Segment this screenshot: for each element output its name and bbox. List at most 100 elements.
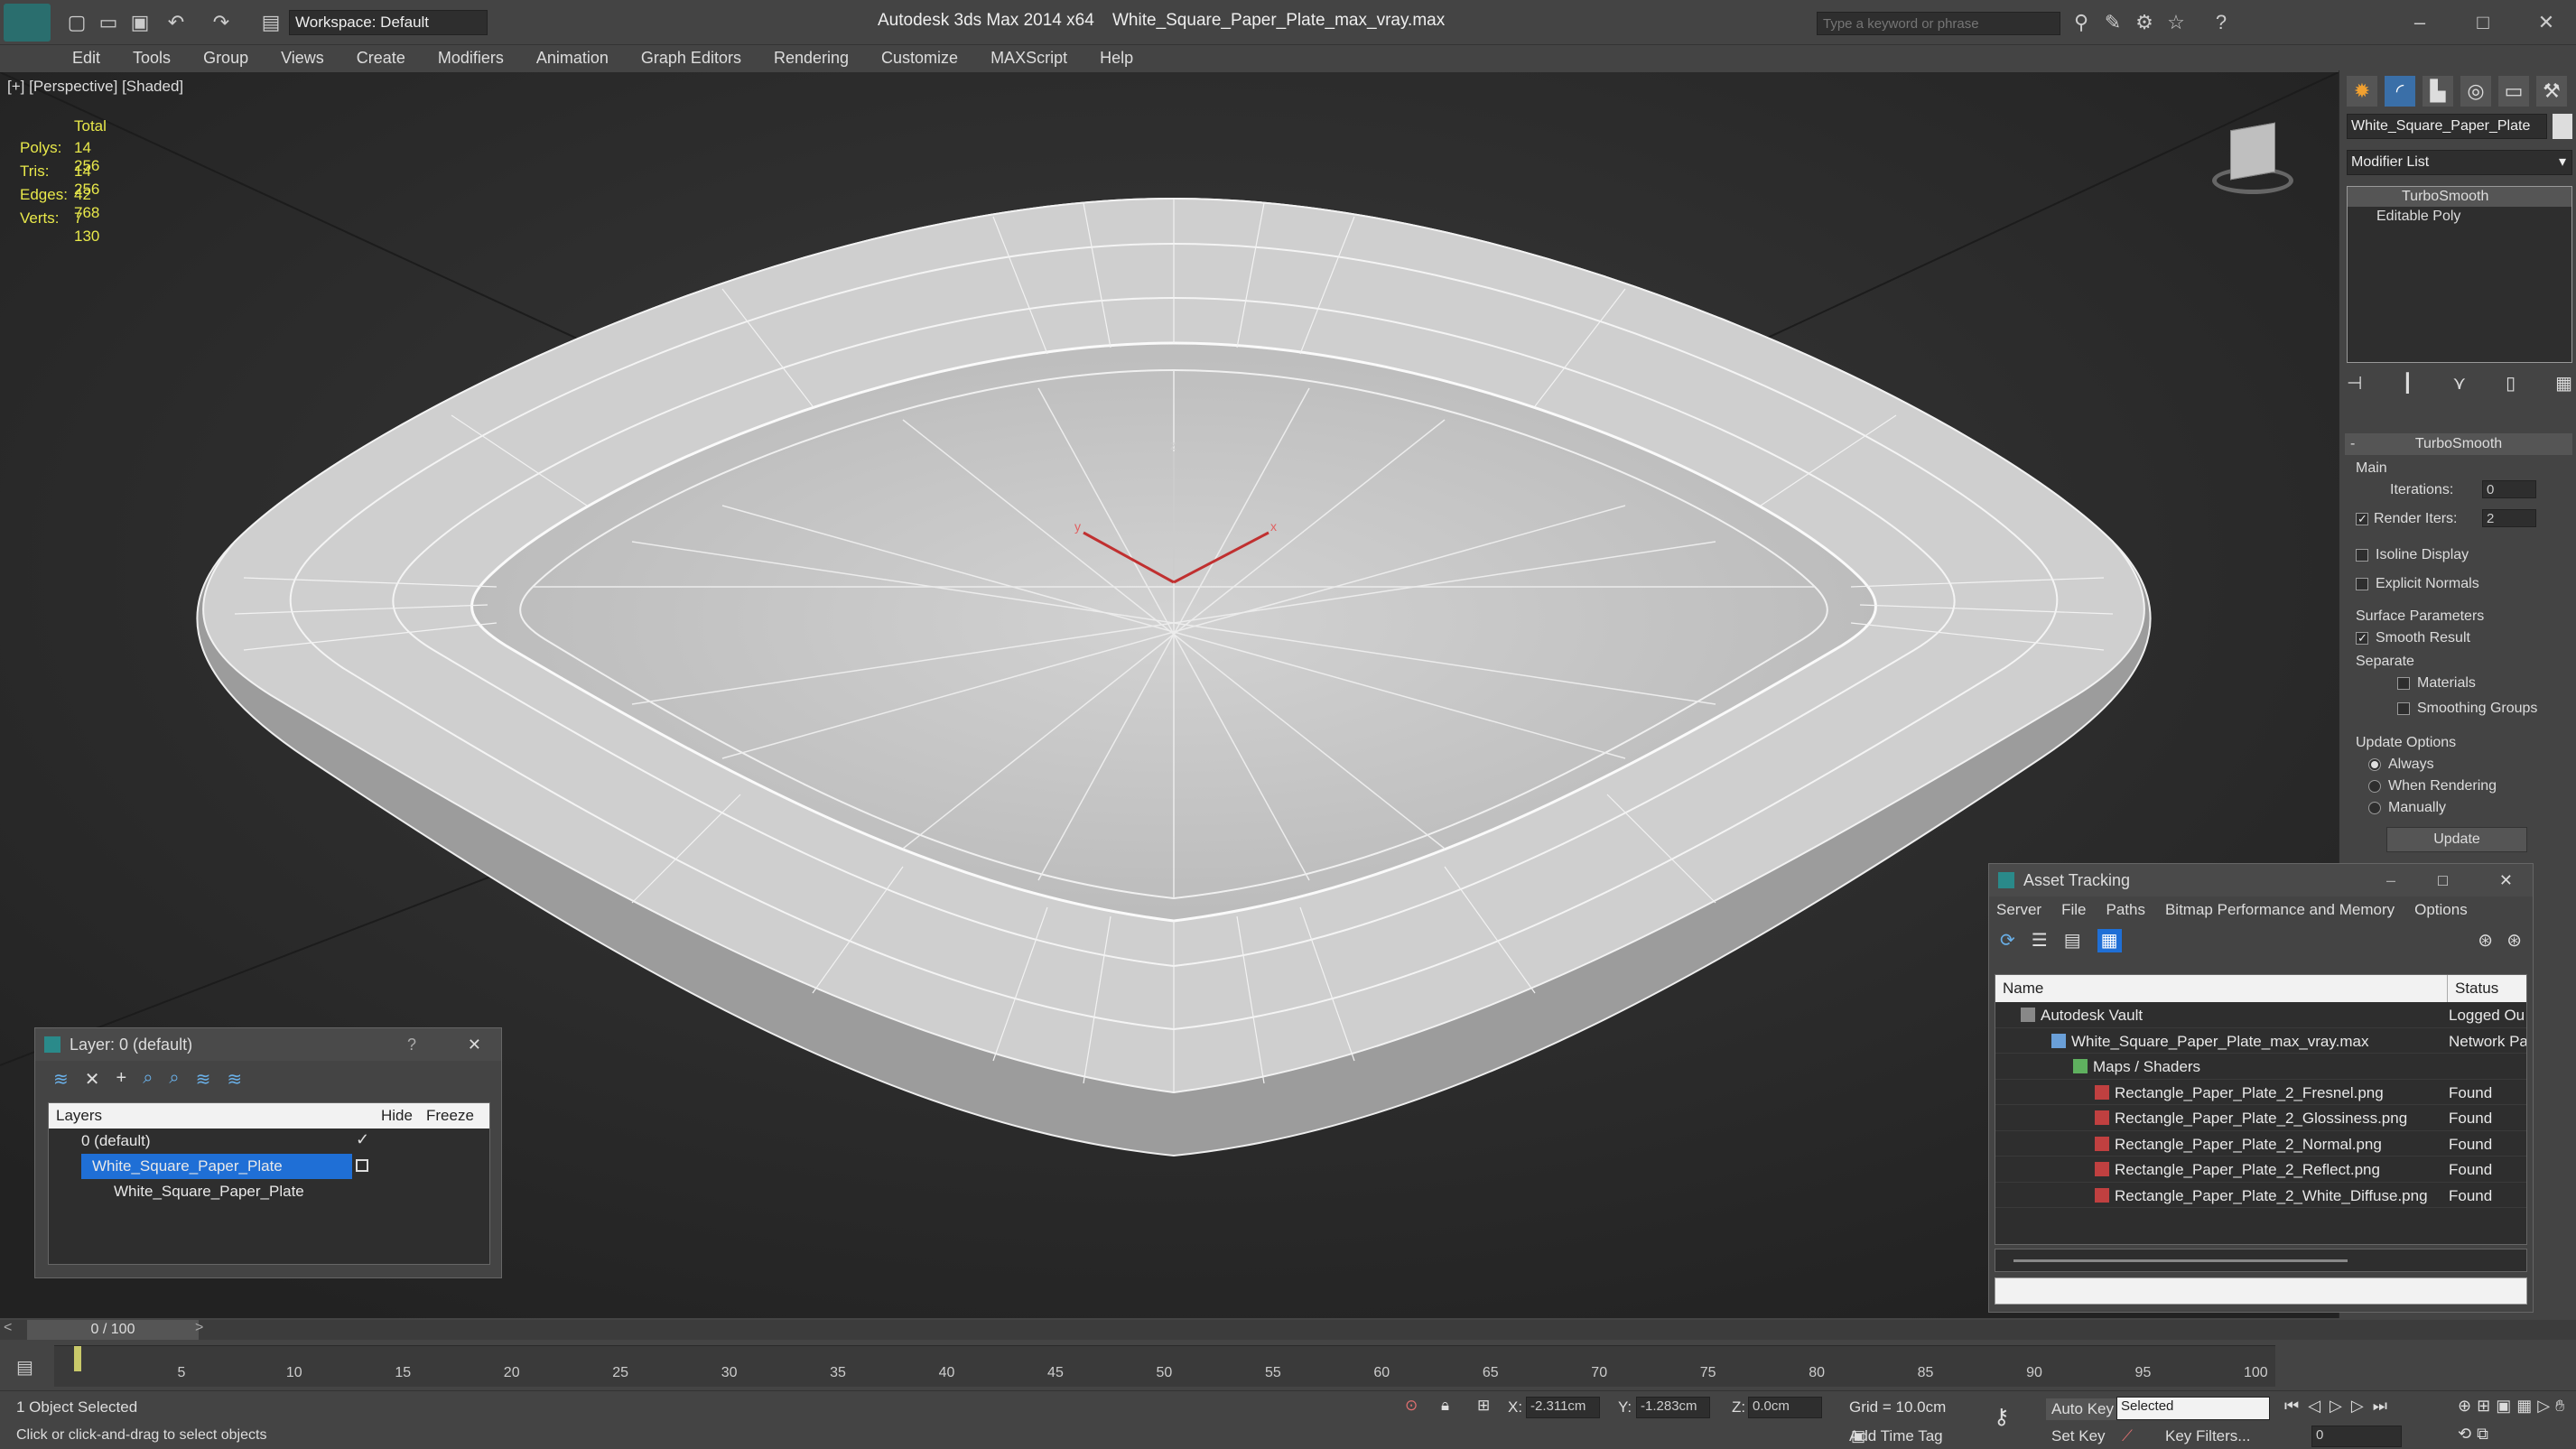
selection-lock-icon[interactable]: 🔒︎	[1441, 1397, 1449, 1415]
close-icon[interactable]: ✕	[468, 1028, 481, 1061]
save-file-icon[interactable]: ▣	[126, 9, 153, 36]
maximize-viewport-icon[interactable]: ⧉	[2477, 1425, 2488, 1447]
stack-item-turbosmooth[interactable]: TurboSmooth	[2348, 187, 2571, 207]
object-row[interactable]: White_Square_Paper_Plate	[49, 1179, 489, 1204]
when-rendering-radio[interactable]	[2368, 780, 2381, 793]
close-icon[interactable]: ✕	[2533, 9, 2560, 36]
asset-list[interactable]: Name Status Autodesk Vault Logged Ou White…	[1995, 974, 2527, 1245]
table-view-icon[interactable]: ▦	[2097, 929, 2122, 952]
x-coordinate-field[interactable]: -2.311cm	[1526, 1397, 1600, 1418]
update-button[interactable]: Update	[2386, 827, 2527, 852]
favorites-icon[interactable]: ☆	[2162, 9, 2190, 36]
utilities-tab-icon[interactable]: ⚒	[2536, 76, 2567, 107]
asset-menu-server[interactable]: Server	[1996, 901, 2041, 918]
layers-column-header[interactable]: Layers	[56, 1103, 102, 1129]
settings-icon[interactable]: ⊛	[2506, 929, 2522, 952]
set-key-icon[interactable]: ⚷	[1994, 1404, 2010, 1430]
add-time-tag[interactable]: Add Time Tag	[1849, 1427, 1943, 1445]
configure-sets-icon[interactable]: ▦	[2555, 372, 2572, 399]
zoom-extents-icon[interactable]: ▣	[2496, 1397, 2511, 1419]
set-key-button[interactable]: Set Key	[2051, 1427, 2106, 1445]
menu-rendering[interactable]: Rendering	[758, 45, 865, 70]
asset-row[interactable]: Autodesk Vault Logged Ou	[1995, 1002, 2526, 1028]
asset-row[interactable]: White_Square_Paper_Plate_max_vray.max Net…	[1995, 1028, 2526, 1054]
object-color-swatch[interactable]	[2553, 114, 2572, 139]
status-column-header[interactable]: Status	[2447, 975, 2498, 1002]
set-active-box-icon[interactable]	[356, 1159, 368, 1172]
menu-modifiers[interactable]: Modifiers	[422, 45, 520, 70]
asset-scrollbar[interactable]	[1995, 1249, 2527, 1272]
asset-row[interactable]: Rectangle_Paper_Plate_2_Fresnel.png Found	[1995, 1080, 2526, 1105]
key-set-dropdown[interactable]: Selected	[2116, 1397, 2270, 1420]
menu-customize[interactable]: Customize	[865, 45, 974, 70]
always-radio[interactable]	[2368, 758, 2381, 771]
connect-icon[interactable]: ⚙	[2131, 9, 2158, 36]
redo-icon[interactable]: ↷	[208, 9, 235, 36]
make-unique-icon[interactable]: ⋎	[2452, 372, 2466, 399]
z-coordinate-field[interactable]: 0.0cm	[1748, 1397, 1822, 1418]
current-frame-field[interactable]: 0	[2311, 1426, 2402, 1447]
smoothing-groups-checkbox[interactable]	[2397, 702, 2410, 715]
next-key-icon[interactable]: ▷	[2351, 1397, 2364, 1420]
hide-column-header[interactable]: Hide	[381, 1103, 413, 1129]
pan-icon[interactable]: ✋︎	[2555, 1397, 2564, 1419]
help-icon[interactable]: ⊛	[2478, 929, 2493, 952]
remove-modifier-icon[interactable]: ▯	[2506, 372, 2516, 399]
tools-icon[interactable]: ✎	[2099, 9, 2126, 36]
app-logo-icon[interactable]	[4, 4, 51, 42]
menu-graph-editors[interactable]: Graph Editors	[625, 45, 758, 70]
iterations-spinner[interactable]: 0	[2482, 480, 2536, 498]
highlight-layer-icon[interactable]: ⌕	[169, 1068, 179, 1090]
asset-menu-paths[interactable]: Paths	[2106, 901, 2144, 918]
auto-key-button[interactable]: Auto Key	[2046, 1398, 2119, 1420]
render-iters-spinner[interactable]: 2	[2482, 509, 2536, 527]
new-file-icon[interactable]: ▢	[63, 9, 90, 36]
zoom-extents-all-icon[interactable]: ▦	[2516, 1397, 2532, 1419]
menu-tools[interactable]: Tools	[116, 45, 187, 70]
layer-list[interactable]: Layers Hide Freeze 0 (default) ✓ White_S…	[48, 1102, 490, 1265]
play-icon[interactable]: ▷	[2330, 1397, 2342, 1420]
search-input[interactable]	[1817, 12, 2060, 35]
y-coordinate-field[interactable]: -1.283cm	[1636, 1397, 1710, 1418]
smooth-result-checkbox[interactable]	[2356, 632, 2368, 645]
absolute-mode-icon[interactable]: ⊞	[1477, 1397, 1490, 1415]
menu-create[interactable]: Create	[340, 45, 422, 70]
close-icon[interactable]: ✕	[2499, 864, 2513, 896]
go-to-end-icon[interactable]: ⏭︎	[2373, 1397, 2387, 1420]
orbit-icon[interactable]: ⟲	[2458, 1425, 2471, 1447]
refresh-icon[interactable]: ⟳	[2000, 929, 2015, 952]
zoom-all-icon[interactable]: ⊞	[2477, 1397, 2490, 1419]
key-mode-icon[interactable]: ⟋	[2122, 1427, 2133, 1445]
project-folder-icon[interactable]: ▤	[257, 9, 284, 36]
modify-tab-icon[interactable]: ◜	[2385, 76, 2415, 107]
asset-tracking-title-bar[interactable]: Asset Tracking – □ ✕	[1989, 864, 2533, 896]
menu-views[interactable]: Views	[265, 45, 340, 70]
minimize-icon[interactable]: –	[2406, 9, 2433, 36]
asset-menu-bitmap-performance-and-memory[interactable]: Bitmap Performance and Memory	[2165, 901, 2395, 918]
undo-icon[interactable]: ↶	[163, 9, 190, 36]
maximize-icon[interactable]: □	[2469, 9, 2497, 36]
name-column-header[interactable]: Name	[2003, 975, 2043, 1002]
add-to-layer-icon[interactable]: +	[116, 1068, 127, 1090]
viewport-label[interactable]: [+] [Perspective] [Shaded]	[7, 78, 183, 96]
binoculars-icon[interactable]: ⚲	[2068, 9, 2095, 36]
asset-row[interactable]: Rectangle_Paper_Plate_2_White_Diffuse.pn…	[1995, 1183, 2526, 1208]
create-tab-icon[interactable]: ✹	[2347, 76, 2377, 107]
key-filters-button[interactable]: Key Filters...	[2165, 1427, 2250, 1445]
asset-row[interactable]: Rectangle_Paper_Plate_2_Glossiness.png Fo…	[1995, 1105, 2526, 1131]
active-layer-check-icon[interactable]: ✓	[356, 1130, 369, 1149]
isolate-icon[interactable]: ⊙	[1405, 1397, 1418, 1415]
show-end-result-icon[interactable]: ┃	[2402, 372, 2413, 399]
object-name-field[interactable]: White_Square_Paper_Plate	[2347, 114, 2547, 139]
freeze-column-header[interactable]: Freeze	[426, 1103, 474, 1129]
detail-view-icon[interactable]: ▤	[2064, 929, 2081, 952]
delete-layer-icon[interactable]: ✕	[85, 1068, 100, 1090]
go-to-start-icon[interactable]: ⏮︎	[2284, 1397, 2299, 1420]
freeze-all-icon[interactable]: ≋	[227, 1068, 242, 1090]
manually-radio[interactable]	[2368, 802, 2381, 814]
previous-key-icon[interactable]: ◁	[2308, 1397, 2320, 1420]
viewcube-icon[interactable]	[2203, 117, 2302, 199]
menu-group[interactable]: Group	[187, 45, 265, 70]
field-of-view-icon[interactable]: ▷	[2537, 1397, 2550, 1419]
menu-help[interactable]: Help	[1083, 45, 1149, 70]
